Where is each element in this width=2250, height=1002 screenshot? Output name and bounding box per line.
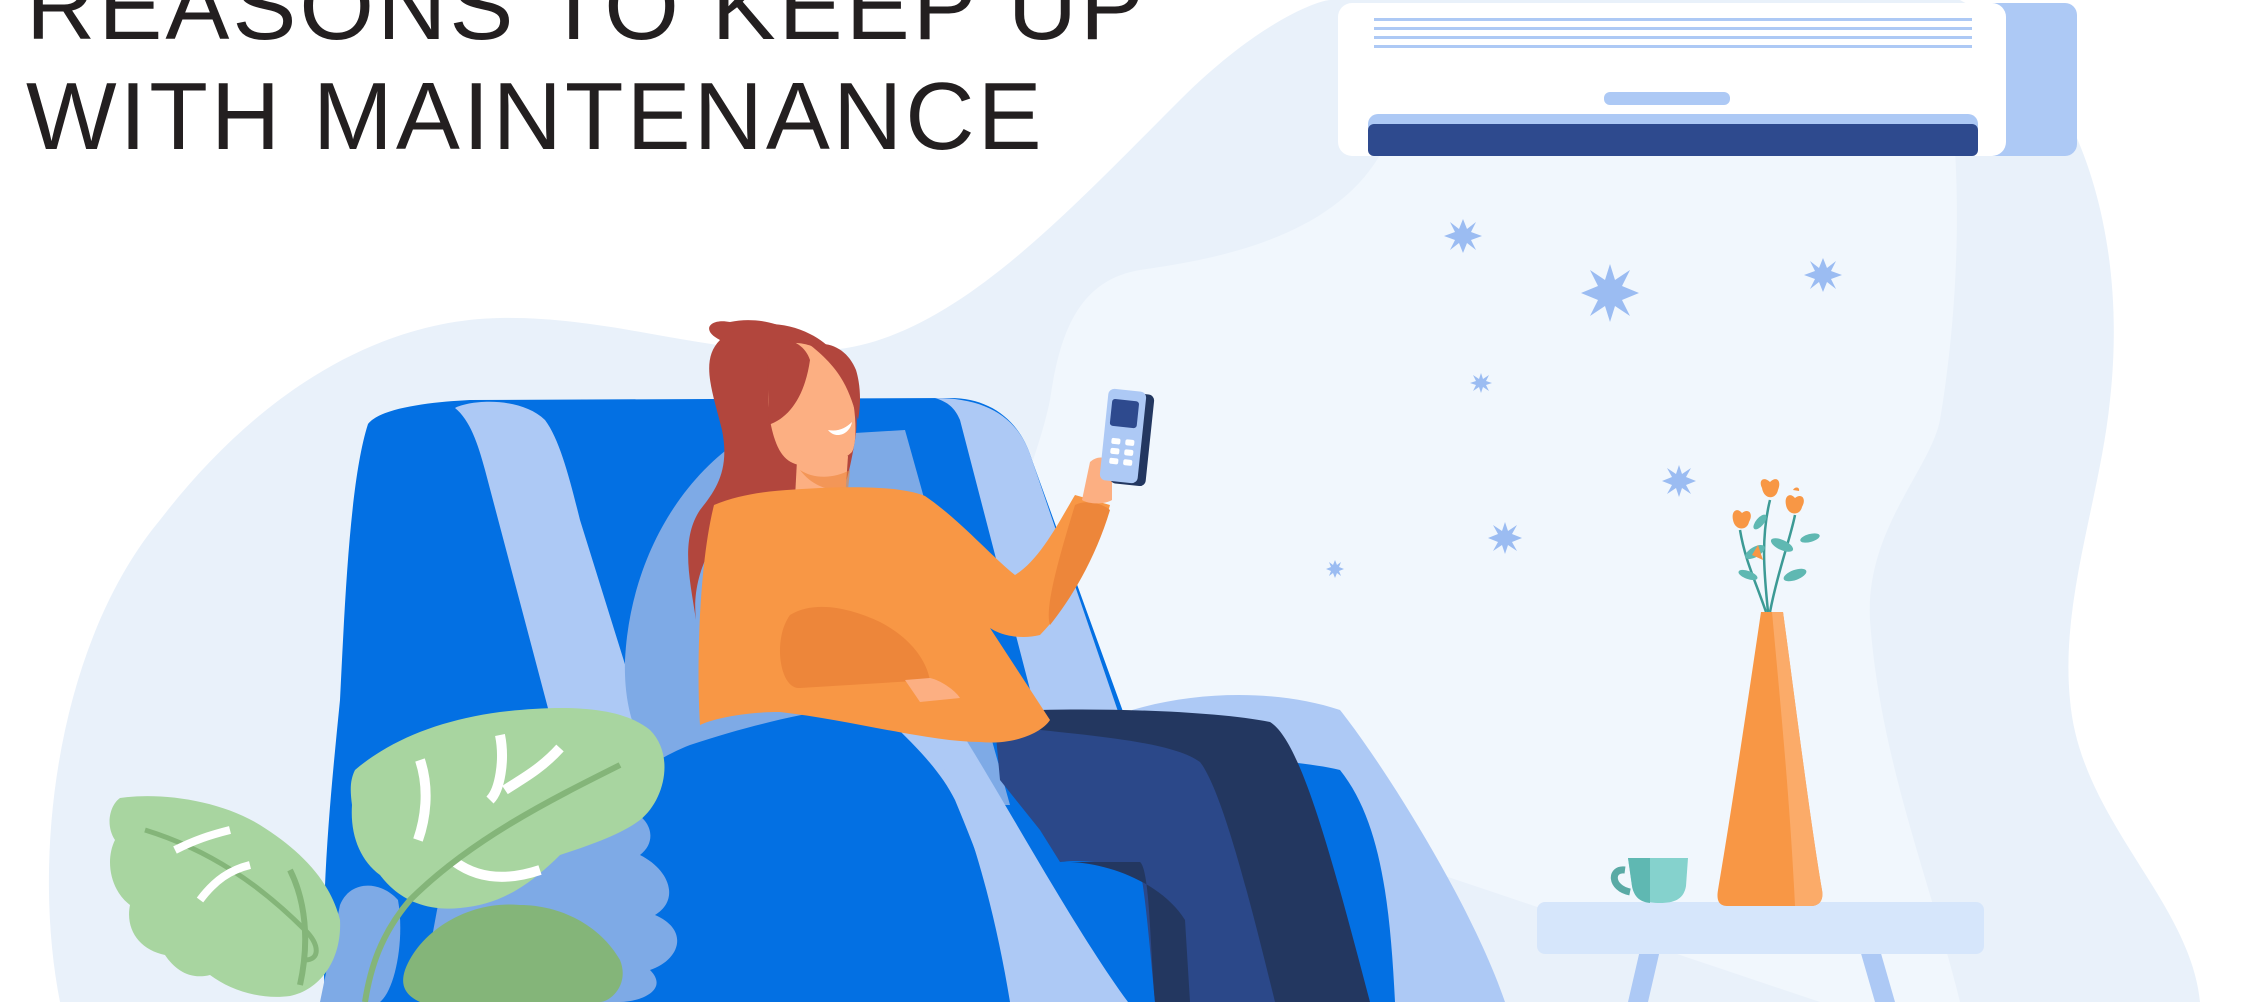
air-conditioner-icon <box>1338 3 2077 156</box>
remote-control-icon <box>1099 388 1155 487</box>
ac-maintenance-illustration: REASONS TO KEEP UP WITH MAINTENANCE <box>0 0 2250 1002</box>
headline: REASONS TO KEEP UP WITH MAINTENANCE <box>26 0 1148 170</box>
